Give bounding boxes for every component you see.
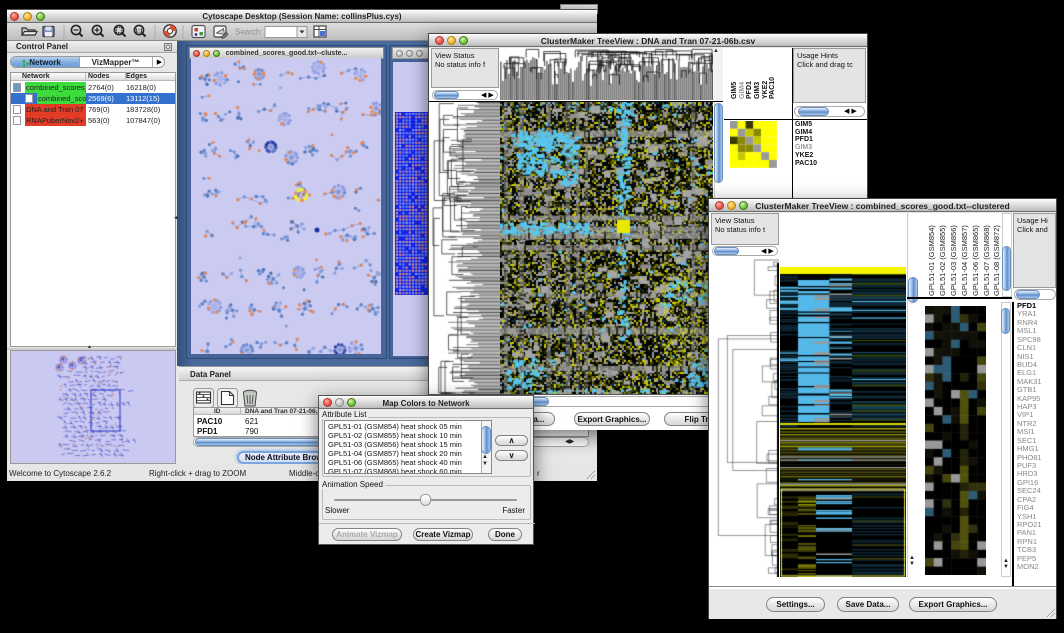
svg-text:1:1: 1:1 — [135, 28, 143, 34]
svg-text:Search:: Search: — [235, 28, 263, 37]
